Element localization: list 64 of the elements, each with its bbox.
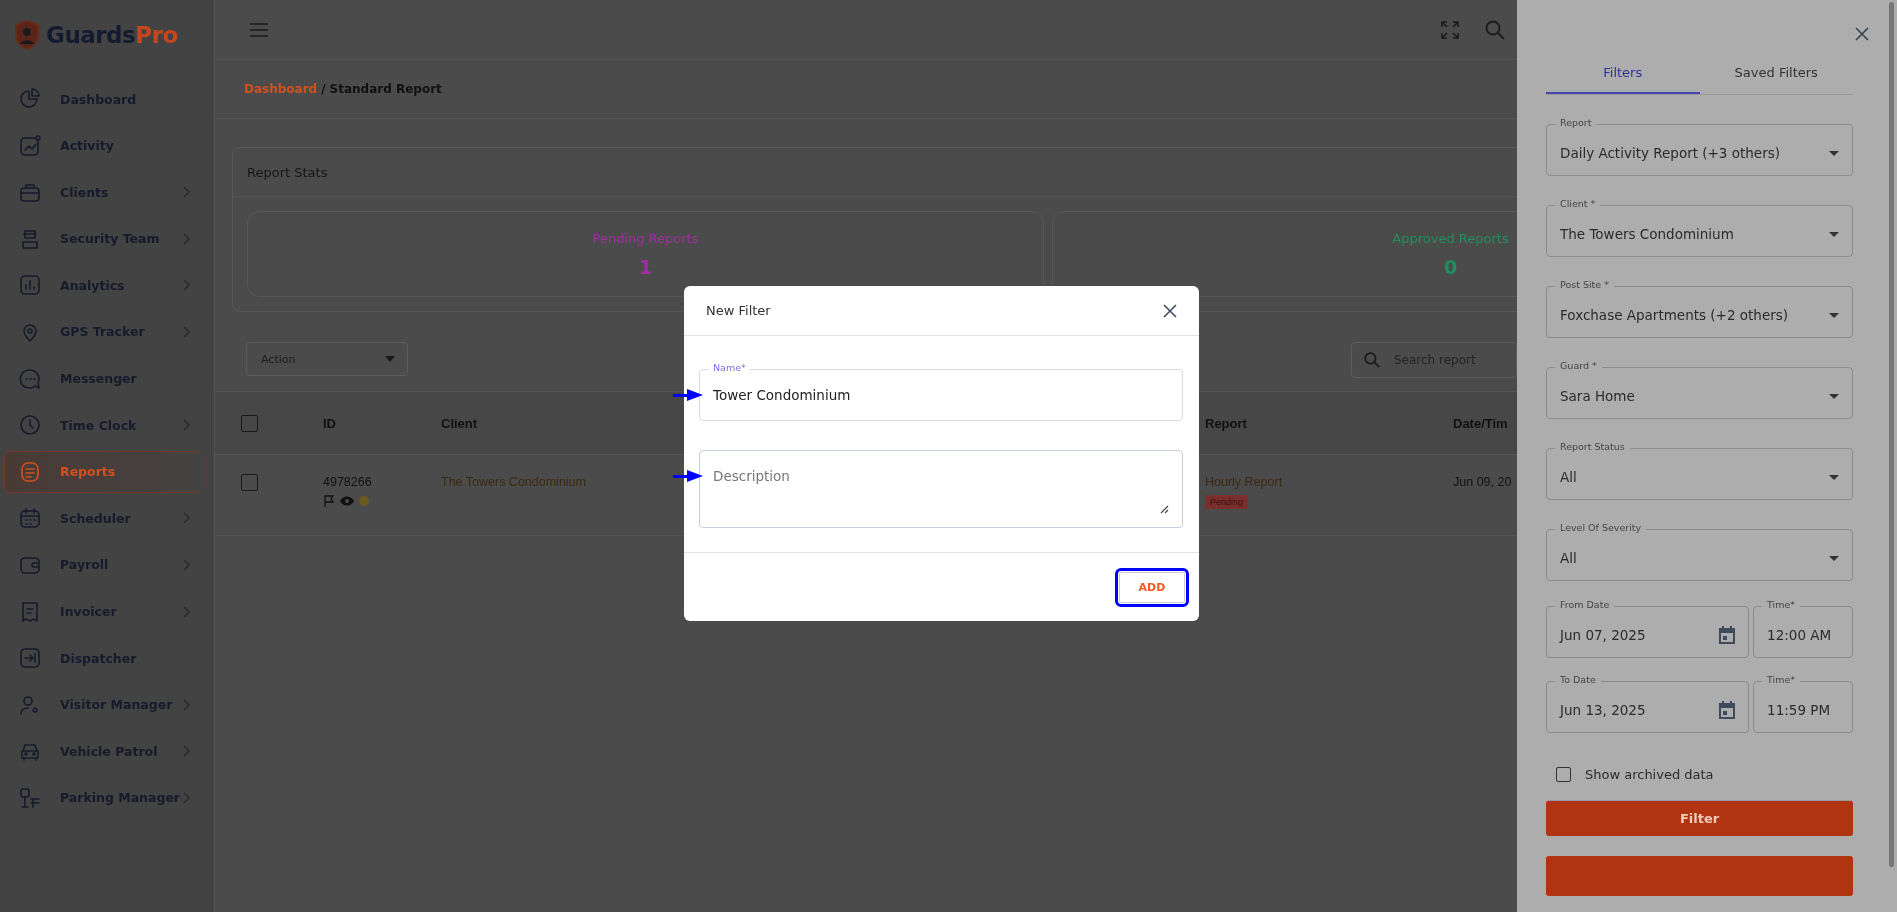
chart-icon [19,134,41,157]
caret-icon [1829,231,1839,237]
eye-icon[interactable] [340,496,354,506]
filter-button[interactable]: Filter [1546,800,1853,836]
calendar-icon [19,507,41,530]
caret-icon [1829,150,1839,156]
caret-icon [1829,393,1839,399]
time-field[interactable]: Time* 11:59 PM [1753,673,1853,733]
caret-icon [1829,555,1839,561]
clock-icon [19,414,41,437]
breadcrumb-separator: / [321,82,326,96]
arrow-into-box-icon [19,647,41,670]
chat-icon [19,367,41,390]
caret-icon [385,356,395,362]
stat-value: 1 [638,255,653,278]
archived-checkbox[interactable] [1556,766,1571,782]
user-gear-icon [19,693,41,716]
stat-value: 0 [1443,255,1458,278]
date-field[interactable]: To Date Jun 13, 2025 [1546,673,1750,733]
bar-chart-icon [19,274,41,297]
select-field[interactable]: Guard * Sara Home [1546,359,1853,419]
tab[interactable]: Saved Filters [1699,65,1853,94]
select-field[interactable]: Report Daily Activity Report (+3 others) [1546,116,1853,176]
document-icon [19,460,41,483]
close-icon[interactable] [1163,303,1177,318]
dialog-title: New Filter [706,303,771,318]
calendar-icon[interactable] [1719,626,1736,644]
receipt-icon [19,600,41,623]
breadcrumb-link[interactable]: Dashboard [244,82,318,96]
close-icon[interactable] [1855,27,1869,41]
select-field[interactable]: Level Of Severity All [1546,521,1853,581]
menu-icon[interactable] [250,22,268,37]
flag-icon[interactable] [323,495,335,507]
row-checkbox[interactable] [241,474,258,491]
tab[interactable]: Filters [1546,65,1700,94]
resize-handle-icon[interactable] [1160,505,1169,514]
table-cell: Jun 09, 20 [1453,475,1512,489]
shield-logo-icon [14,20,40,50]
breadcrumb-current: Standard Report [329,82,442,96]
caret-icon [1829,312,1839,318]
fullscreen-icon[interactable] [1441,20,1459,39]
table-cell[interactable]: Hourly Report [1205,475,1283,489]
table-cell: 4978266 [323,475,372,489]
date-field[interactable]: From Date Jun 07, 2025 [1546,598,1750,658]
select-field[interactable]: Client * The Towers Condominium [1546,197,1853,257]
search-icon [1364,352,1380,368]
select-field[interactable]: Post Site * Foxchase Apartments (+2 others) [1546,278,1853,338]
briefcase-icon [19,181,41,204]
pie-chart-icon [19,88,41,110]
stat-label: Pending Reports [592,230,699,246]
stat-label: Approved Reports [1392,230,1509,246]
select-all-checkbox[interactable] [241,414,258,432]
scrollbar[interactable] [1889,2,1894,867]
status-badge: Pending [1205,495,1249,509]
search-icon[interactable] [1485,19,1505,40]
checkbox-label: Show archived data [1585,766,1714,782]
time-field[interactable]: Time* 12:00 AM [1753,598,1853,658]
calendar-icon[interactable] [1719,701,1736,719]
status-dot-icon [359,496,369,506]
name-field[interactable]: Name* Tower Condominium [699,361,1183,421]
description-field[interactable]: Description [699,442,1183,528]
select-field[interactable]: Report Status All [1546,440,1853,500]
caret-icon [1829,474,1839,480]
sidebar-item[interactable]: Reports [4,450,202,493]
